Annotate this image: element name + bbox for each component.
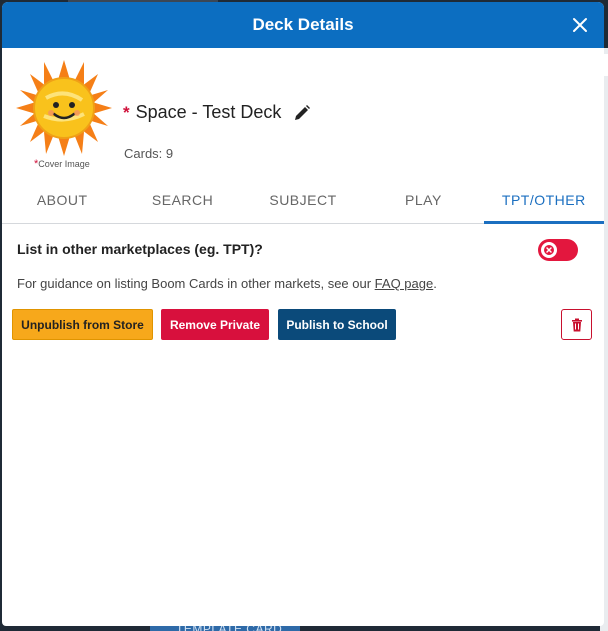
faq-link[interactable]: FAQ page bbox=[375, 276, 434, 291]
toggle-knob bbox=[541, 242, 557, 258]
tab-search[interactable]: SEARCH bbox=[122, 176, 242, 223]
tab-about[interactable]: ABOUT bbox=[2, 176, 122, 223]
modal-title: Deck Details bbox=[252, 15, 354, 34]
guidance-prefix: For guidance on listing Boom Cards in ot… bbox=[17, 276, 375, 291]
pencil-icon[interactable] bbox=[293, 104, 311, 122]
tab-subject[interactable]: SUBJECT bbox=[243, 176, 363, 223]
deck-title: Space - Test Deck bbox=[135, 102, 282, 122]
unpublish-button[interactable]: Unpublish from Store bbox=[12, 309, 153, 340]
deck-details-modal: Deck Details * Space - Test Deck Cards: … bbox=[2, 2, 604, 626]
marketplace-toggle[interactable] bbox=[538, 239, 578, 261]
trash-icon bbox=[571, 318, 582, 331]
delete-button[interactable] bbox=[561, 309, 592, 340]
sun-icon[interactable] bbox=[16, 58, 112, 158]
marketplace-question: List in other marketplaces (eg. TPT)? bbox=[17, 241, 263, 257]
modal-header: Deck Details bbox=[2, 2, 604, 48]
cards-count: Cards: 9 bbox=[124, 146, 174, 161]
tab-tpt-other[interactable]: TPT/OTHER bbox=[483, 176, 604, 224]
cover-image-label: *Cover Image bbox=[34, 158, 90, 170]
required-marker: * bbox=[123, 102, 130, 122]
remove-private-button[interactable]: Remove Private bbox=[161, 309, 269, 340]
guidance-suffix: . bbox=[433, 276, 437, 291]
tab-play[interactable]: PLAY bbox=[363, 176, 483, 223]
deck-title-row: * Space - Test Deck bbox=[123, 102, 311, 123]
x-icon bbox=[544, 245, 554, 255]
guidance-text: For guidance on listing Boom Cards in ot… bbox=[17, 276, 437, 291]
publish-school-button[interactable]: Publish to School bbox=[278, 309, 396, 340]
deck-info: * Space - Test Deck Cards: 9 bbox=[2, 48, 604, 176]
close-icon[interactable] bbox=[570, 15, 590, 35]
cover-label-text: Cover Image bbox=[38, 159, 90, 169]
tab-bar: ABOUT SEARCH SUBJECT PLAY TPT/OTHER bbox=[2, 176, 604, 224]
